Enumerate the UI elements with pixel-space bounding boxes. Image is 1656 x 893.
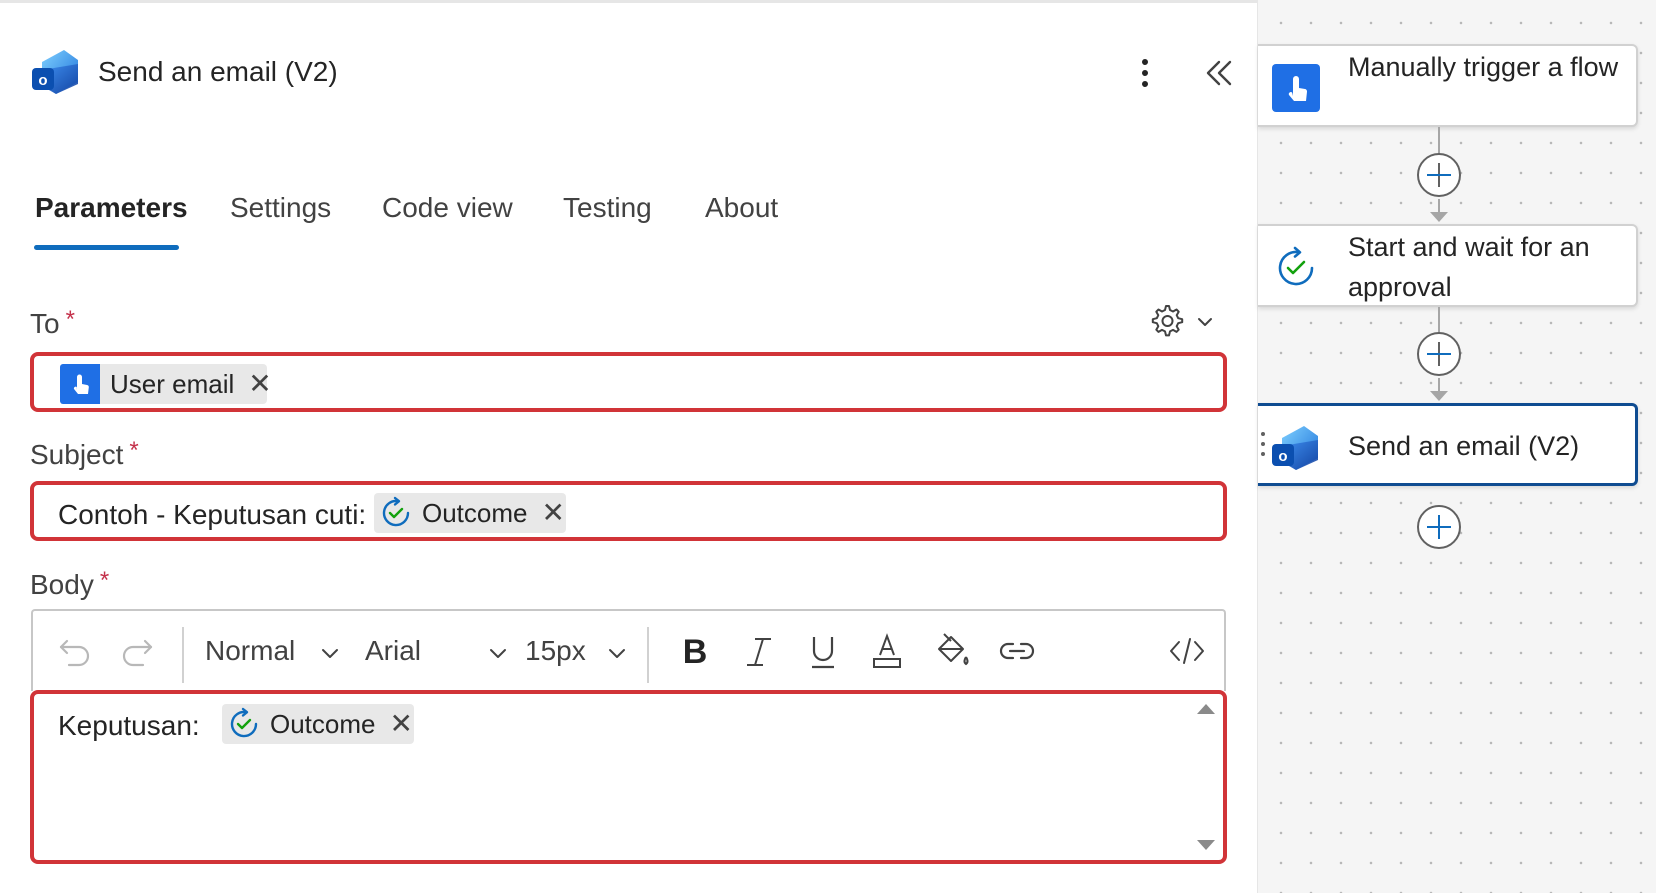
- subject-label: Subject *: [30, 437, 139, 470]
- add-step-icon[interactable]: [1415, 151, 1463, 199]
- node-label: Start and wait for an approval: [1348, 232, 1590, 302]
- token-label: User email: [110, 368, 235, 399]
- outcome-token: Outcome ✕: [222, 704, 414, 744]
- body-label: Body *: [30, 567, 110, 600]
- remove-token-icon[interactable]: ✕: [542, 499, 565, 527]
- body-editor[interactable]: Keputusan: Outcome ✕: [30, 690, 1227, 864]
- approval-icon: [226, 706, 262, 742]
- required-mark: *: [99, 567, 110, 594]
- drag-handle-icon[interactable]: [1260, 430, 1266, 460]
- scroll-down-arrow[interactable]: [1197, 840, 1215, 850]
- tab-settings[interactable]: Settings: [230, 192, 331, 224]
- underline-icon[interactable]: [805, 631, 841, 676]
- required-mark: *: [129, 437, 139, 464]
- subject-text: Contoh - Keputusan cuti:: [58, 499, 367, 530]
- undo-icon[interactable]: [57, 633, 93, 674]
- redo-icon[interactable]: [119, 633, 155, 674]
- highlight-color-icon[interactable]: [933, 631, 973, 676]
- toolbar-separator: [647, 627, 649, 683]
- to-input[interactable]: User email ✕: [30, 352, 1227, 412]
- manual-trigger-icon: [1272, 64, 1320, 112]
- connector-arrow: [1430, 391, 1448, 401]
- tab-code-view[interactable]: Code view: [382, 192, 513, 224]
- font-color-icon[interactable]: [869, 631, 905, 676]
- body-text: Keputusan:: [58, 710, 200, 741]
- svg-text:o: o: [1278, 448, 1287, 465]
- connector-arrow: [1430, 212, 1448, 222]
- active-tab-indicator: [34, 245, 179, 250]
- chevron-down-icon: [608, 649, 625, 658]
- subject-input[interactable]: Contoh - Keputusan cuti: Outcome ✕: [30, 481, 1227, 541]
- connector-line: [1438, 199, 1440, 213]
- outlook-icon: o: [30, 48, 80, 96]
- tab-testing[interactable]: Testing: [563, 192, 652, 224]
- font-size-dropdown[interactable]: 15px: [525, 635, 628, 667]
- remove-token-icon[interactable]: ✕: [248, 370, 271, 398]
- toolbar-separator: [182, 627, 184, 683]
- svg-text:o: o: [38, 72, 47, 89]
- gear-icon[interactable]: [1147, 302, 1185, 340]
- scroll-up-arrow[interactable]: [1197, 704, 1215, 714]
- chevron-down-icon: [322, 649, 339, 658]
- chevron-down-icon[interactable]: [1194, 311, 1216, 333]
- token-label: Outcome: [270, 708, 376, 739]
- flow-node-approval[interactable]: Start and wait for an approval: [1258, 224, 1638, 307]
- paragraph-style-dropdown[interactable]: Normal: [205, 635, 341, 667]
- flow-node-manual-trigger[interactable]: Manually trigger a flow: [1258, 44, 1638, 127]
- user-email-token: User email ✕: [60, 364, 272, 404]
- collapse-panel-icon[interactable]: [1200, 53, 1240, 93]
- required-mark: *: [65, 306, 75, 333]
- token-label: Outcome: [422, 497, 528, 528]
- manual-trigger-icon: [60, 364, 100, 404]
- outcome-token: Outcome ✕: [374, 493, 566, 533]
- flow-node-send-email[interactable]: o Send an email (V2): [1258, 403, 1638, 486]
- action-details-panel: o Send an email (V2) Parameters Settings…: [0, 0, 1257, 893]
- tab-about[interactable]: About: [705, 192, 778, 224]
- node-label: Manually trigger a flow: [1348, 52, 1619, 82]
- node-label: Send an email (V2): [1348, 431, 1580, 461]
- code-view-icon[interactable]: [1167, 631, 1207, 676]
- add-step-icon[interactable]: [1415, 503, 1463, 551]
- to-label: To *: [30, 306, 75, 339]
- approval-icon: [378, 495, 414, 531]
- link-icon[interactable]: [997, 631, 1037, 676]
- approval-icon: [1272, 244, 1320, 292]
- tab-parameters[interactable]: Parameters: [35, 192, 188, 224]
- remove-token-icon[interactable]: ✕: [390, 710, 413, 738]
- italic-icon[interactable]: [741, 631, 777, 676]
- bold-icon[interactable]: B: [677, 631, 713, 676]
- outlook-icon: o: [1270, 424, 1320, 472]
- connector-line: [1438, 378, 1440, 392]
- top-divider: [0, 0, 1257, 3]
- rich-text-toolbar: Normal Arial 15px B: [31, 609, 1226, 691]
- svg-text:B: B: [683, 633, 708, 671]
- panel-title: Send an email (V2): [98, 56, 338, 87]
- font-family-dropdown[interactable]: Arial: [365, 635, 509, 667]
- chevron-down-icon: [489, 649, 506, 658]
- more-options-icon[interactable]: [1130, 55, 1160, 91]
- add-step-icon[interactable]: [1415, 330, 1463, 378]
